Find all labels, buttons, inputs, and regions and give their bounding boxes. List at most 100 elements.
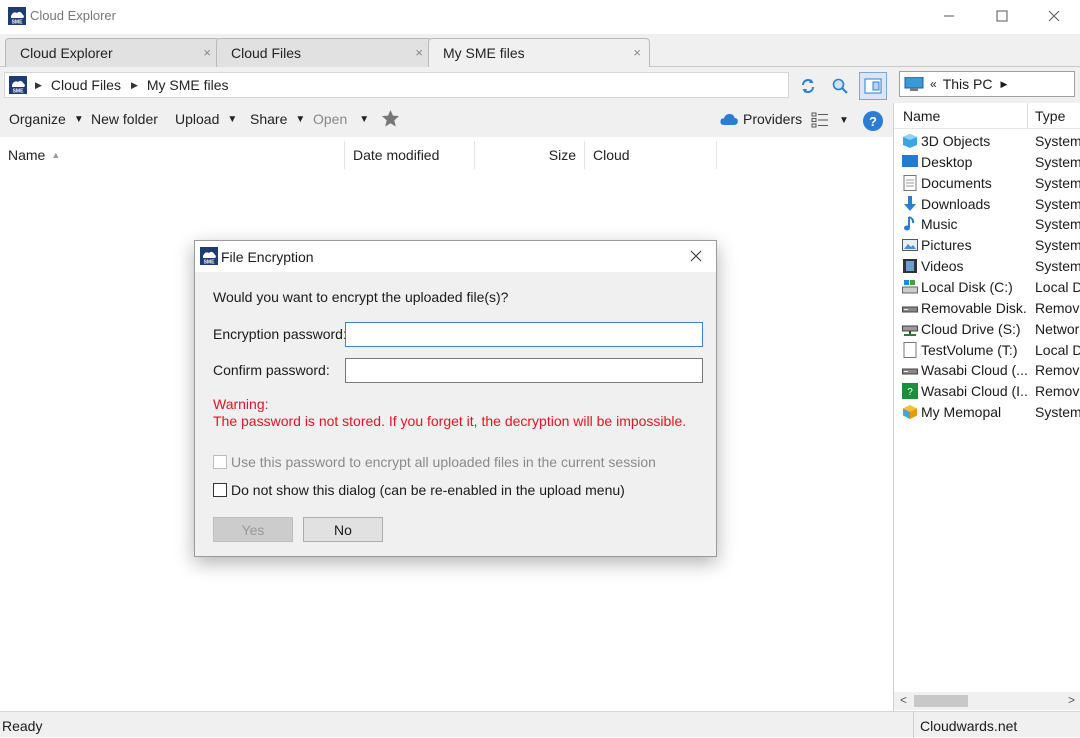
this-pc-item[interactable]: Desktop System bbox=[894, 152, 1080, 173]
share-label: Share bbox=[250, 111, 288, 127]
favorite-button[interactable] bbox=[381, 109, 400, 128]
this-pc-item[interactable]: Cloud Drive (S:) Networ bbox=[894, 319, 1080, 340]
double-chevron-left-icon[interactable]: « bbox=[930, 77, 937, 91]
music-icon bbox=[902, 216, 918, 232]
sme-logo-icon: SME bbox=[9, 76, 27, 94]
wasabi-icon: ? bbox=[902, 383, 918, 400]
organize-menu[interactable]: Organize ▼ bbox=[9, 111, 84, 127]
this-pc-item[interactable]: TestVolume (T:) Local Di bbox=[894, 340, 1080, 361]
dropdown-arrow-icon: ▼ bbox=[295, 113, 306, 125]
this-pc-item[interactable]: 3D Objects System bbox=[894, 131, 1080, 152]
file-list-header: Name ▲ Date modified Size Cloud bbox=[0, 141, 893, 169]
breadcrumb-item[interactable]: Cloud Files bbox=[51, 77, 121, 93]
this-pc-item-name: Documents bbox=[921, 174, 992, 191]
scrollbar-thumb[interactable] bbox=[914, 695, 968, 707]
tab-cloud-files[interactable]: Cloud Files × bbox=[216, 38, 432, 67]
this-pc-item-name: Local Disk (C:) bbox=[921, 278, 1013, 295]
chevron-right-icon[interactable]: ▶ bbox=[131, 80, 138, 91]
column-divider[interactable] bbox=[1027, 103, 1028, 129]
tab-cloud-explorer[interactable]: Cloud Explorer × bbox=[5, 38, 220, 67]
checkbox-box[interactable] bbox=[213, 483, 227, 497]
status-bar: Ready Cloudwards.net bbox=[0, 711, 1080, 738]
open-menu[interactable]: Open ▼ bbox=[313, 111, 369, 127]
this-pc-item[interactable]: Pictures System bbox=[894, 235, 1080, 256]
removable-disk-icon bbox=[902, 362, 918, 378]
tab-close-icon[interactable]: × bbox=[415, 45, 423, 60]
breadcrumb[interactable]: SME ▶ Cloud Files ▶ My SME files bbox=[4, 72, 789, 98]
this-pc-item[interactable]: Local Disk (C:) Local Di bbox=[894, 277, 1080, 298]
dialog-close-button[interactable] bbox=[683, 246, 709, 266]
this-pc-item-name: TestVolume (T:) bbox=[921, 341, 1018, 358]
dropdown-arrow-icon: ▼ bbox=[73, 113, 84, 125]
do-not-show-checkbox[interactable]: Do not show this dialog (can be re-enabl… bbox=[213, 482, 625, 498]
checkbox-box[interactable] bbox=[213, 455, 227, 469]
yes-button[interactable]: Yes bbox=[213, 517, 293, 542]
this-pc-item-type: Remova bbox=[1035, 299, 1080, 316]
this-pc-item-type: Remova bbox=[1035, 383, 1080, 400]
horizontal-scrollbar[interactable]: < > bbox=[894, 692, 1080, 710]
this-pc-item-type: System bbox=[1035, 133, 1080, 149]
this-pc-item[interactable]: Videos System bbox=[894, 256, 1080, 277]
cloud-icon bbox=[720, 114, 738, 125]
new-folder-button[interactable]: New folder bbox=[91, 111, 158, 127]
breadcrumb-item[interactable]: My SME files bbox=[147, 77, 229, 93]
confirm-password-label: Confirm password: bbox=[213, 362, 330, 378]
this-pc-item[interactable]: Wasabi Cloud (... Remova bbox=[894, 360, 1080, 381]
no-button[interactable]: No bbox=[303, 517, 383, 542]
this-pc-item-type: System bbox=[1035, 216, 1080, 233]
column-cloud[interactable]: Cloud bbox=[585, 141, 717, 169]
close-window-button[interactable] bbox=[1031, 0, 1077, 32]
svg-text:SME: SME bbox=[13, 89, 25, 95]
column-name[interactable]: Name ▲ bbox=[0, 141, 345, 169]
details-view-icon bbox=[811, 112, 828, 128]
view-mode-menu[interactable]: ▼ bbox=[811, 112, 849, 128]
pc-address-bar[interactable]: « This PC ▶ bbox=[899, 71, 1075, 97]
this-pc-item-type: Networ bbox=[1035, 320, 1080, 337]
search-button[interactable] bbox=[827, 73, 853, 99]
pc-address-label[interactable]: This PC bbox=[943, 76, 993, 92]
chevron-right-icon[interactable]: ▶ bbox=[35, 80, 42, 91]
videos-icon bbox=[902, 258, 918, 274]
this-pc-item-name: Wasabi Cloud (I... bbox=[921, 383, 1027, 400]
this-pc-item[interactable]: Documents System bbox=[894, 173, 1080, 194]
tab-label: Cloud Explorer bbox=[20, 45, 113, 61]
encryption-password-input[interactable] bbox=[345, 322, 703, 347]
tab-close-icon[interactable]: × bbox=[633, 45, 641, 60]
this-pc-column-type[interactable]: Type bbox=[1035, 108, 1065, 124]
this-pc-item-name: 3D Objects bbox=[921, 133, 991, 149]
this-pc-icon bbox=[904, 77, 924, 91]
svg-text:?: ? bbox=[907, 387, 913, 398]
this-pc-column-name[interactable]: Name bbox=[903, 108, 940, 124]
dialog-title-bar: SME File Encryption bbox=[195, 241, 716, 272]
chevron-right-icon[interactable]: ▶ bbox=[1000, 79, 1007, 90]
this-pc-item[interactable]: Music System bbox=[894, 214, 1080, 235]
tab-close-icon[interactable]: × bbox=[203, 45, 211, 60]
confirm-password-input[interactable] bbox=[345, 358, 703, 383]
this-pc-item-name: Removable Disk... bbox=[921, 299, 1027, 316]
this-pc-item-type: System bbox=[1035, 195, 1080, 212]
help-button[interactable]: ? bbox=[863, 111, 883, 131]
refresh-button[interactable] bbox=[795, 73, 821, 99]
this-pc-item[interactable]: My Memopal System bbox=[894, 402, 1080, 423]
volume-icon bbox=[902, 341, 918, 358]
tab-my-sme-files[interactable]: My SME files × bbox=[428, 38, 650, 68]
maximize-button[interactable] bbox=[979, 0, 1025, 32]
toggle-panel-button[interactable] bbox=[859, 72, 887, 100]
this-pc-item[interactable]: Downloads System bbox=[894, 194, 1080, 215]
providers-label: Providers bbox=[743, 111, 803, 127]
minimize-button[interactable] bbox=[926, 0, 972, 32]
svg-text:SME: SME bbox=[12, 20, 24, 26]
this-pc-item-name: My Memopal bbox=[921, 404, 1002, 421]
scroll-left-icon[interactable]: < bbox=[900, 693, 907, 707]
column-size[interactable]: Size bbox=[475, 141, 585, 169]
column-date-modified[interactable]: Date modified bbox=[345, 141, 475, 169]
session-password-checkbox[interactable]: Use this password to encrypt all uploade… bbox=[213, 454, 656, 470]
title-bar: SME Cloud Explorer bbox=[0, 0, 1080, 32]
this-pc-item[interactable]: ? Wasabi Cloud (I... Remova bbox=[894, 381, 1080, 402]
warning-title: Warning: bbox=[213, 396, 269, 412]
share-menu[interactable]: Share ▼ bbox=[250, 111, 305, 127]
providers-button[interactable]: Providers bbox=[720, 111, 802, 127]
upload-menu[interactable]: Upload ▼ bbox=[175, 111, 237, 127]
scroll-right-icon[interactable]: > bbox=[1068, 693, 1075, 707]
this-pc-item[interactable]: Removable Disk... Remova bbox=[894, 298, 1080, 319]
